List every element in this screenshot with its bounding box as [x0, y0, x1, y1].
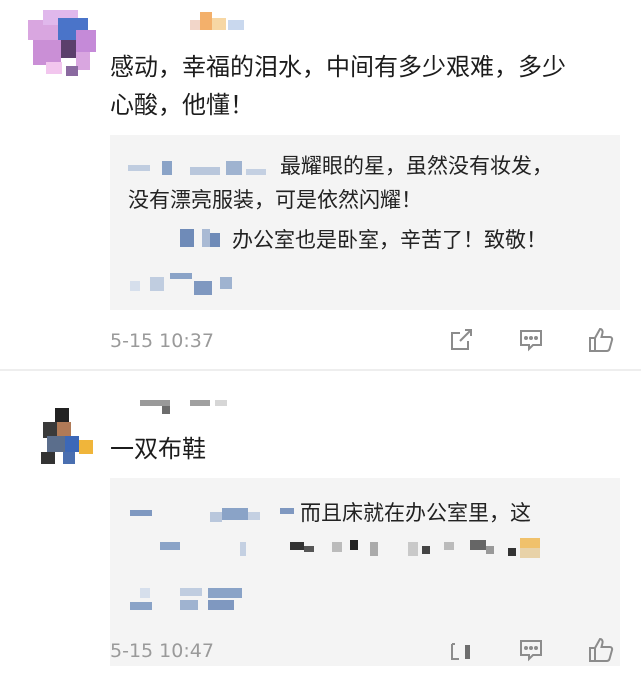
like-icon[interactable] [585, 324, 617, 356]
reply-box[interactable]: 最耀眼的星，虽然没有妆发， 没有漂亮服装，可是依然闪耀！ 办公室也是卧室，辛苦了… [110, 135, 620, 310]
more-replies-blurred[interactable] [130, 588, 250, 612]
username-blurred[interactable] [190, 12, 250, 32]
more-replies-blurred[interactable] [130, 273, 250, 295]
comment-item: 感动，幸福的泪水，中间有多少艰难，多少 心酸，他懂！ 最耀眼的星，虽然没有妆发，… [0, 0, 641, 370]
comment-text: 感动，幸福的泪水，中间有多少艰难，多少 心酸，他懂！ [110, 53, 566, 119]
comment-text: 一双布鞋 [110, 435, 206, 463]
reply-text: 最耀眼的星，虽然没有妆发， [280, 154, 553, 178]
comment-timestamp: 5-15 10:47 [110, 640, 214, 662]
comment-timestamp: 5-15 10:37 [110, 330, 214, 352]
comment-icon[interactable] [515, 634, 547, 666]
reply-author-blurred[interactable] [180, 229, 230, 247]
share-icon[interactable] [445, 634, 477, 666]
reply-text: 办公室也是卧室，辛苦了！致敬！ [232, 228, 547, 252]
reply-text: 而且床就在办公室里，这 [300, 501, 531, 525]
comment-actions [445, 324, 617, 356]
avatar[interactable] [28, 10, 98, 80]
share-icon[interactable] [445, 324, 477, 356]
avatar[interactable] [35, 408, 95, 468]
reply-author-blurred[interactable] [128, 161, 278, 175]
reply-text: 没有漂亮服装，可是依然闪耀！ [128, 188, 422, 212]
comment-actions [445, 634, 617, 666]
comment-icon[interactable] [515, 324, 547, 356]
like-icon[interactable] [585, 634, 617, 666]
comment-item: 一双布鞋 而且床就在办公室里，这 5-15 10:47 [0, 372, 641, 692]
reply-text-blurred [160, 538, 550, 560]
username-blurred[interactable] [140, 400, 240, 420]
divider [0, 369, 641, 371]
reply-author-blurred[interactable] [130, 506, 300, 522]
